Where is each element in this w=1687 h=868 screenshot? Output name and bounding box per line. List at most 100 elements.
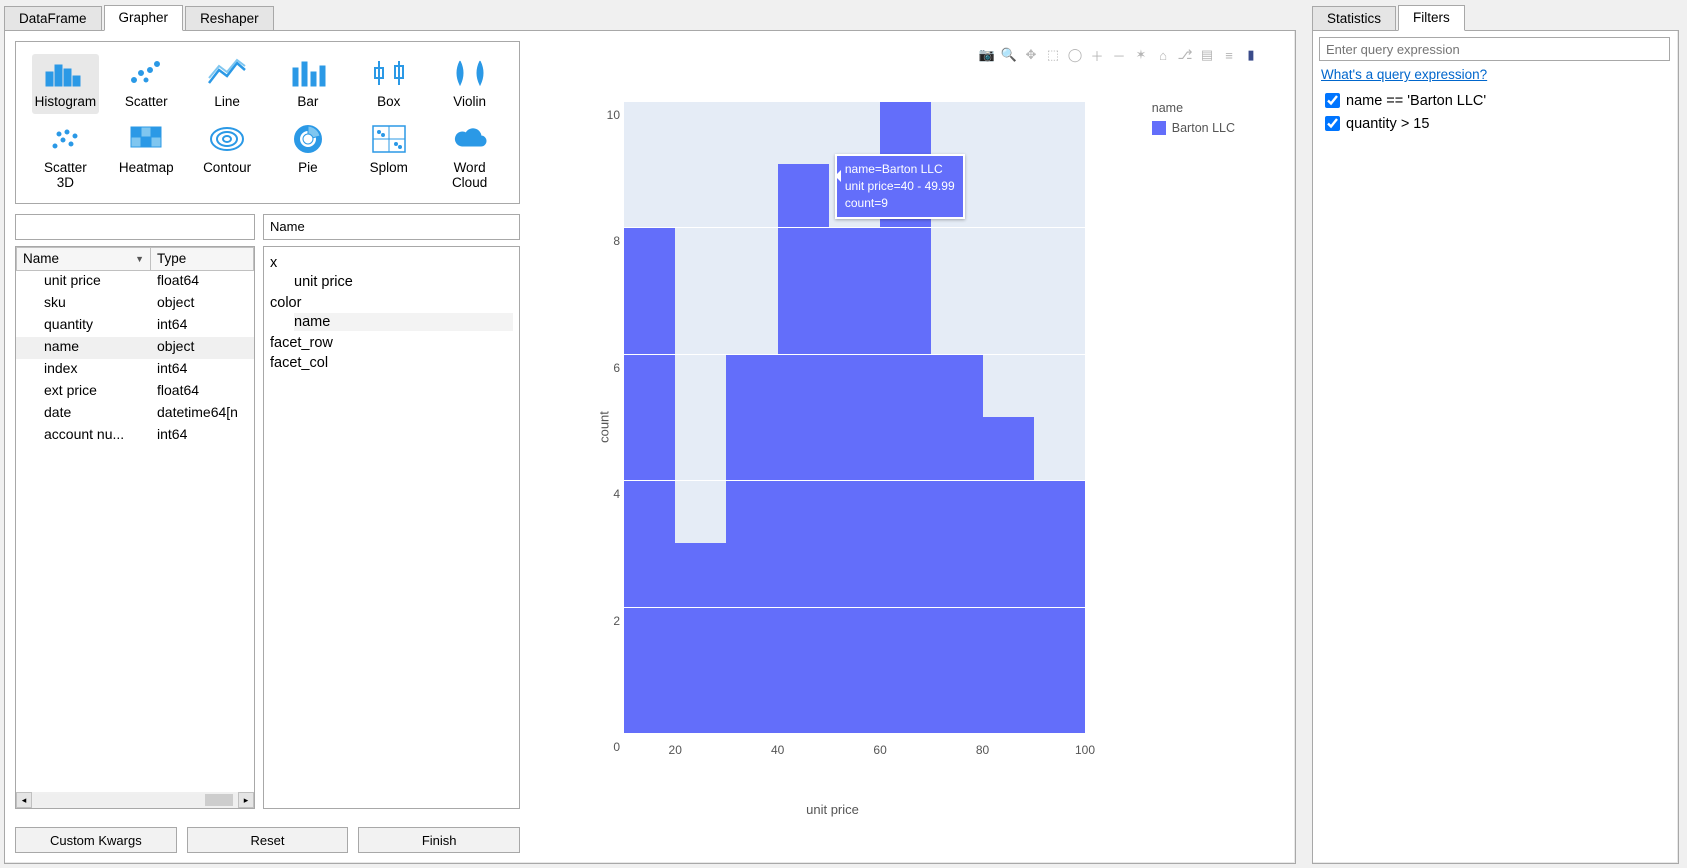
tab-filters[interactable]: Filters — [1398, 5, 1465, 31]
x-tick: 40 — [771, 743, 784, 757]
box-select-icon[interactable]: ⬚ — [1045, 47, 1061, 63]
tab-statistics[interactable]: Statistics — [1312, 6, 1396, 31]
filter-label: name == 'Barton LLC' — [1346, 93, 1486, 109]
splom-icon — [369, 124, 409, 154]
table-row[interactable]: ext pricefloat64 — [16, 381, 254, 403]
y-tick: 6 — [613, 361, 620, 375]
lasso-icon[interactable]: ◯ — [1067, 47, 1083, 63]
reset-button[interactable]: Reset — [187, 827, 349, 853]
query-input[interactable] — [1319, 37, 1670, 61]
chart-stage[interactable]: count name=Barton LLC unit price=40 - 49… — [580, 91, 1085, 763]
autoscale-icon[interactable]: ✶ — [1133, 47, 1149, 63]
map-slot-facet_row[interactable]: facet_row — [270, 335, 513, 351]
cell-name: unit price — [16, 271, 151, 293]
chart-type-label: Contour — [203, 160, 251, 176]
y-tick: 10 — [607, 108, 620, 122]
filter-item[interactable]: quantity > 15 — [1321, 113, 1670, 134]
chart-type-box[interactable]: Box — [355, 54, 422, 114]
filter-item[interactable]: name == 'Barton LLC' — [1321, 90, 1670, 111]
y-tick: 4 — [613, 487, 620, 501]
mapping-tree[interactable]: x unit price color name facet_row facet_col — [263, 246, 520, 809]
y-tick: 2 — [613, 614, 620, 628]
cell-name: sku — [16, 293, 151, 315]
chart-type-pie[interactable]: Pie — [275, 120, 342, 195]
chart-type-splom[interactable]: Splom — [355, 120, 422, 195]
table-row[interactable]: indexint64 — [16, 359, 254, 381]
bar[interactable] — [726, 354, 777, 733]
map-field[interactable]: unit price — [294, 273, 513, 291]
main-tabbar: DataFrame Grapher Reshaper — [0, 0, 1300, 30]
chart-type-label: Pie — [298, 160, 318, 176]
legend-item[interactable]: Barton LLC — [1152, 121, 1235, 135]
chart-type-heatmap[interactable]: Heatmap — [113, 120, 180, 195]
filter-checkbox[interactable] — [1325, 93, 1340, 108]
y-tick: 8 — [613, 234, 620, 248]
home-icon[interactable]: ⌂ — [1155, 47, 1171, 63]
th-type[interactable]: Type — [151, 247, 254, 271]
chart-type-contour[interactable]: Contour — [194, 120, 261, 195]
table-row[interactable]: quantityint64 — [16, 315, 254, 337]
tab-reshaper[interactable]: Reshaper — [185, 6, 274, 31]
chart-type-bar[interactable]: Bar — [275, 54, 342, 114]
map-field[interactable]: name — [294, 313, 513, 331]
tooltip-line1: name=Barton LLC — [845, 161, 955, 178]
cell-type: object — [151, 337, 254, 359]
chart-type-label: Box — [377, 94, 400, 110]
scroll-right-btn[interactable]: ▸ — [238, 792, 254, 808]
th-name-label: Name — [23, 251, 59, 266]
map-slot-facet_col[interactable]: facet_col — [270, 355, 513, 371]
x-tick: 60 — [873, 743, 886, 757]
scroll-left-btn[interactable]: ◂ — [16, 792, 32, 808]
cell-name: account nu... — [16, 425, 151, 447]
th-name[interactable]: Name ▼ — [16, 247, 151, 271]
filter-checkbox[interactable] — [1325, 116, 1340, 131]
cell-name: date — [16, 403, 151, 425]
map-slot-x[interactable]: x — [270, 255, 513, 271]
grapher-body: HistogramScatterLineBar Box Violin Scatter … — [4, 30, 1296, 864]
bar[interactable] — [983, 417, 1034, 733]
spike-icon[interactable]: ⎇ — [1177, 47, 1193, 63]
table-row[interactable]: datedatetime64[n — [16, 403, 254, 425]
finish-button[interactable]: Finish — [358, 827, 520, 853]
hover-icon[interactable]: ▤ — [1199, 47, 1215, 63]
tooltip: name=Barton LLC unit price=40 - 49.99 co… — [835, 154, 965, 218]
scroll-thumb[interactable] — [205, 794, 233, 806]
chart-type-wordcloud[interactable]: Word Cloud — [436, 120, 503, 195]
tooltip-line3: count=9 — [845, 195, 955, 212]
compare-icon[interactable]: ≡ — [1221, 47, 1237, 63]
box-icon — [369, 58, 409, 88]
chart-type-line[interactable]: Line — [194, 54, 261, 114]
table-row[interactable]: unit pricefloat64 — [16, 271, 254, 293]
logo-icon[interactable]: ▮ — [1243, 47, 1259, 63]
cell-type: int64 — [151, 315, 254, 337]
table-row[interactable]: skuobject — [16, 293, 254, 315]
query-help-link[interactable]: What's a query expression? — [1321, 67, 1487, 82]
chart-type-label: Violin — [453, 94, 486, 110]
table-row[interactable]: nameobject — [16, 337, 254, 359]
chart-type-scatter[interactable]: Scatter — [113, 54, 180, 114]
bar[interactable] — [675, 543, 726, 733]
cell-type: float64 — [151, 271, 254, 293]
zoom-icon[interactable]: 🔍 — [1001, 47, 1017, 63]
camera-icon[interactable]: 📷 — [979, 47, 995, 63]
tab-dataframe[interactable]: DataFrame — [4, 6, 102, 31]
right-tabbar: Statistics Filters — [1308, 0, 1687, 30]
chart-type-violin[interactable]: Violin — [436, 54, 503, 114]
bar[interactable] — [931, 354, 982, 733]
chart-type-scatter3d[interactable]: Scatter 3D — [32, 120, 99, 195]
bar[interactable] — [778, 164, 829, 733]
hscrollbar[interactable]: ◂ ▸ — [16, 792, 254, 808]
filters-body: What's a query expression? name == 'Bart… — [1312, 30, 1679, 864]
x-tick: 20 — [669, 743, 682, 757]
tab-grapher[interactable]: Grapher — [104, 5, 184, 31]
x-axis-label: unit price — [806, 802, 859, 817]
chart-type-label: Word Cloud — [452, 160, 487, 191]
map-slot-color[interactable]: color — [270, 295, 513, 311]
field-search-input[interactable] — [15, 214, 255, 240]
chart-type-histogram[interactable]: Histogram — [32, 54, 99, 114]
zoom-in-icon[interactable]: ＋ — [1089, 47, 1105, 63]
pan-icon[interactable]: ✥ — [1023, 47, 1039, 63]
zoom-out-icon[interactable]: － — [1111, 47, 1127, 63]
table-row[interactable]: account nu...int64 — [16, 425, 254, 447]
custom-kwargs-button[interactable]: Custom Kwargs — [15, 827, 177, 853]
